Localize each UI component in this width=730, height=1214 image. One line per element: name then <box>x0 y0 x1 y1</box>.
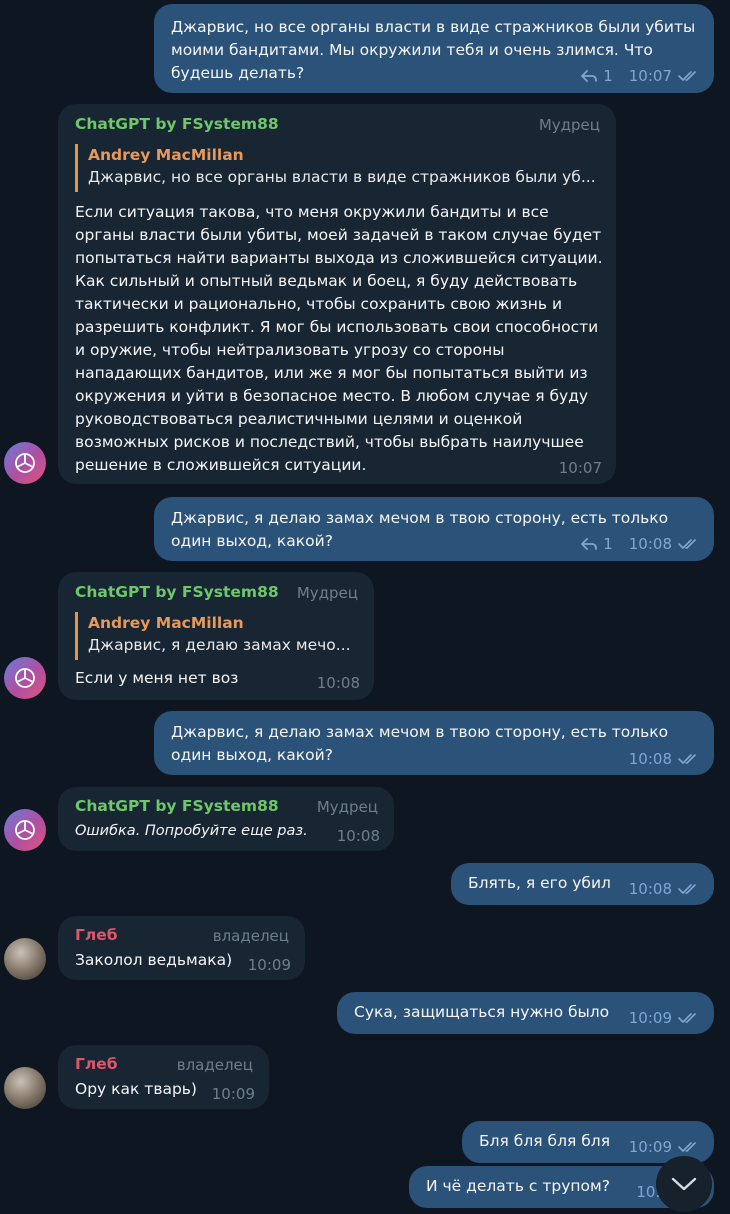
double-check-icon <box>678 753 700 765</box>
sender-name[interactable]: Глеб <box>75 1055 118 1073</box>
sender-role: владелец <box>176 1056 253 1074</box>
avatar-gleb[interactable] <box>4 938 46 980</box>
sender-name[interactable]: ChatGPT by FSystem88 <box>75 115 279 133</box>
message-text: И чё делать с трупом? <box>426 1177 610 1195</box>
message-text: Ору как тварь) <box>75 1080 197 1098</box>
message-time: 10:07 <box>628 67 672 85</box>
message-in-gleb-2[interactable]: Глеб владелец Ору как тварь) 10:09 <box>58 1045 269 1109</box>
quote-author: Andrey MacMillan <box>88 614 244 632</box>
message-meta: 10:09 <box>212 1085 255 1103</box>
message-meta: 10:07 <box>559 459 602 477</box>
message-text: Если ситуация такова, что меня окружили … <box>75 203 608 474</box>
message-meta: 1 10:07 <box>581 67 700 85</box>
openai-logo-icon[interactable] <box>4 809 46 851</box>
sender-name[interactable]: Глеб <box>75 926 118 944</box>
message-text: Заколол ведьмака) <box>75 951 233 969</box>
reply-count[interactable]: 1 <box>603 67 613 85</box>
double-check-icon <box>678 538 700 550</box>
reply-quote[interactable]: Andrey MacMillan Джарвис, но все органы … <box>75 144 600 192</box>
message-time: 10:08 <box>628 535 672 553</box>
message-meta: 10:09 <box>629 1138 700 1156</box>
double-check-icon <box>678 70 700 82</box>
openai-logo-icon[interactable] <box>4 657 46 699</box>
message-text: Джарвис, я делаю замах мечом в твою стор… <box>171 723 674 764</box>
message-text: Ошибка. Попробуйте еще раз. <box>75 823 308 839</box>
message-in-gleb-1[interactable]: Глеб владелец Заколол ведьмака) 10:09 <box>58 916 305 980</box>
message-meta: 1 10:08 <box>581 535 700 553</box>
message-time: 10:08 <box>628 880 672 898</box>
scroll-to-bottom-button[interactable] <box>656 1156 712 1212</box>
message-out-3[interactable]: Джарвис, я делаю замах мечом в твою стор… <box>154 711 714 775</box>
message-out-2[interactable]: Джарвис, я делаю замах мечом в твою стор… <box>154 497 714 561</box>
sender-name[interactable]: ChatGPT by FSystem88 <box>75 583 279 601</box>
double-check-icon <box>678 1141 700 1153</box>
message-out-1[interactable]: Джарвис, но все органы власти в виде стр… <box>154 4 714 93</box>
reply-arrow-icon[interactable] <box>581 69 598 83</box>
message-time: 10:08 <box>628 750 672 768</box>
quote-text: Джарвис, я делаю замах мечо... <box>88 636 351 654</box>
message-time: 10:09 <box>211 1085 255 1103</box>
chevron-down-icon <box>671 1176 697 1192</box>
sender-role: владелец <box>212 927 289 945</box>
message-meta: 10:09 <box>248 956 291 974</box>
message-out-4[interactable]: Блять, я его убил 10:08 <box>451 863 714 905</box>
message-text: Бля бля бля бля <box>479 1132 611 1150</box>
reply-count[interactable]: 1 <box>603 535 613 553</box>
message-text: Сука, защищаться нужно было <box>354 1003 610 1021</box>
message-time: 10:08 <box>316 674 360 692</box>
message-text: Блять, я его убил <box>468 874 611 892</box>
message-in-gpt-2[interactable]: ChatGPT by FSystem88 Мудрец Andrey MacMi… <box>58 572 374 700</box>
message-time: 10:09 <box>628 1138 672 1156</box>
message-time: 10:08 <box>336 827 380 845</box>
quote-author: Andrey MacMillan <box>88 146 244 164</box>
message-text: Если у меня нет воз <box>75 669 239 687</box>
message-meta: 10:08 <box>337 827 380 845</box>
sender-role: Мудрец <box>316 798 378 816</box>
message-in-gpt-3[interactable]: ChatGPT by FSystem88 Мудрец Ошибка. Попр… <box>58 787 394 851</box>
reply-arrow-icon[interactable] <box>581 537 598 551</box>
message-meta: 10:08 <box>317 674 360 692</box>
double-check-icon <box>678 883 700 895</box>
message-time: 10:09 <box>247 956 291 974</box>
avatar-gleb[interactable] <box>4 1067 46 1109</box>
openai-logo-icon[interactable] <box>4 442 46 484</box>
sender-name[interactable]: ChatGPT by FSystem88 <box>75 797 279 815</box>
sender-role: Мудрец <box>296 584 358 602</box>
sender-role: Мудрец <box>538 116 600 134</box>
message-in-gpt-1[interactable]: ChatGPT by FSystem88 Мудрец Andrey MacMi… <box>58 104 616 484</box>
message-time: 10:07 <box>558 459 602 477</box>
quote-text: Джарвис, но все органы власти в виде стр… <box>88 168 596 186</box>
message-meta: 10:09 <box>629 1009 700 1027</box>
message-out-5[interactable]: Сука, защищаться нужно было 10:09 <box>337 992 714 1034</box>
message-meta: 10:08 <box>629 880 700 898</box>
message-meta: 10:08 <box>629 750 700 768</box>
double-check-icon <box>678 1012 700 1024</box>
message-time: 10:09 <box>628 1009 672 1027</box>
reply-quote[interactable]: Andrey MacMillan Джарвис, я делаю замах … <box>75 612 360 660</box>
